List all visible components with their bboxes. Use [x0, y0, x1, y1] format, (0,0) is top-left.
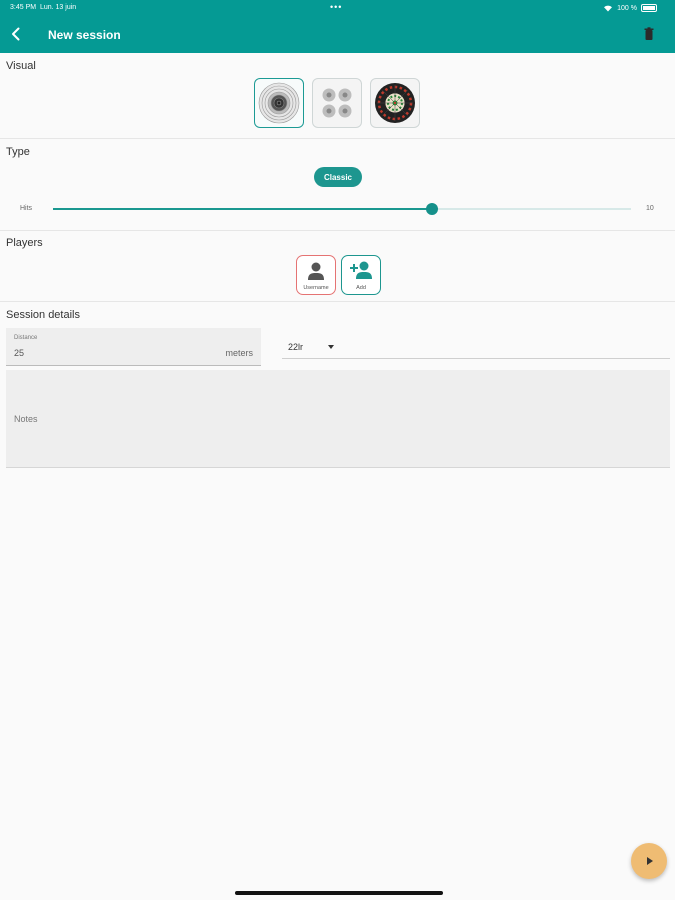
visual-option-four-targets[interactable]: [312, 78, 362, 128]
four-targets-icon: [322, 88, 352, 118]
hits-slider-fill: [53, 208, 433, 210]
battery-icon: [641, 4, 657, 12]
hits-slider[interactable]: [53, 203, 631, 215]
page-title: New session: [48, 28, 121, 42]
add-user-icon: [350, 261, 372, 279]
distance-field[interactable]: Distance 25 meters: [6, 328, 261, 366]
delete-icon[interactable]: [643, 27, 655, 41]
user-icon: [308, 262, 324, 280]
app-bar: 3:45 PM Lun. 13 juin ••• 100 % New sessi…: [0, 0, 675, 53]
multitasking-dots: •••: [330, 2, 343, 12]
play-icon: [647, 857, 653, 865]
notes-field[interactable]: Notes: [6, 370, 670, 468]
wifi-icon: [604, 5, 613, 12]
status-time-date: 3:45 PM Lun. 13 juin: [10, 4, 77, 11]
player-name: Username: [303, 285, 329, 291]
visual-option-concentric[interactable]: [254, 78, 304, 128]
hits-max-label: 10: [646, 205, 654, 212]
section-title-players: Players: [6, 237, 43, 249]
divider: [0, 301, 675, 302]
add-player-button[interactable]: Add: [341, 255, 381, 295]
caliber-select[interactable]: 22lr: [282, 336, 670, 359]
notes-placeholder: Notes: [14, 414, 38, 424]
section-title-type: Type: [6, 146, 30, 158]
concentric-target-icon: [258, 82, 300, 124]
status-right: 100 %: [603, 4, 657, 12]
type-chip-classic[interactable]: Classic: [314, 167, 362, 187]
add-player-label: Add: [356, 285, 366, 291]
dartboard-icon: [375, 83, 415, 123]
distance-unit: meters: [225, 348, 253, 358]
home-indicator: [235, 891, 443, 895]
section-title-session-details: Session details: [6, 309, 80, 321]
hits-slider-thumb[interactable]: [426, 203, 439, 215]
distance-value[interactable]: 25: [14, 348, 24, 358]
battery-percent: 100 %: [617, 4, 637, 12]
caliber-value: 22lr: [288, 342, 304, 352]
back-arrow-icon[interactable]: [8, 26, 24, 42]
visual-option-dartboard[interactable]: [370, 78, 420, 128]
dropdown-caret-icon: [328, 345, 334, 349]
divider: [0, 230, 675, 231]
divider: [0, 138, 675, 139]
start-session-button[interactable]: [631, 843, 667, 879]
player-username[interactable]: Username: [296, 255, 336, 295]
section-title-visual: Visual: [6, 60, 36, 72]
distance-label: Distance: [14, 335, 38, 341]
hits-label: Hits: [20, 205, 33, 212]
